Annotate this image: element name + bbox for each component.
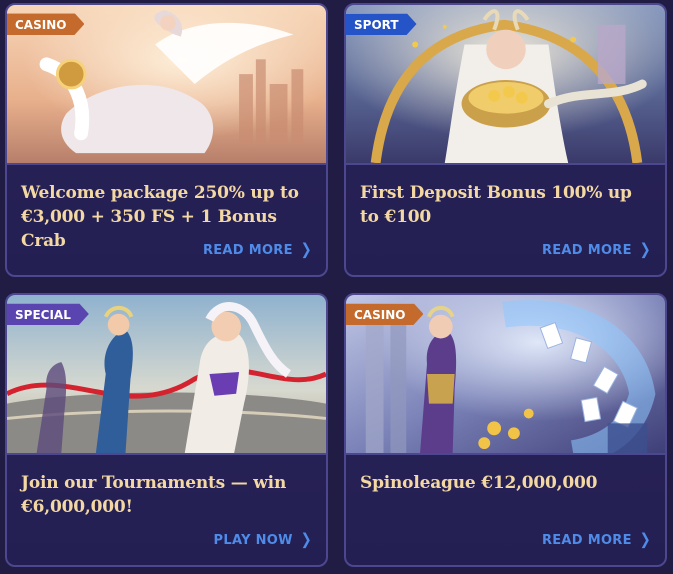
read-more-link[interactable]: READ MORE ❯ — [541, 531, 651, 550]
cta-label: READ MORE — [202, 243, 293, 258]
chevron-right-icon: ❯ — [639, 531, 651, 550]
cta-label: PLAY NOW — [213, 533, 293, 548]
promo-card-spinoleague[interactable]: CASINO Spinoleague €12,000,000 READ MORE… — [344, 293, 667, 567]
play-now-link[interactable]: PLAY NOW ❯ — [213, 531, 312, 550]
read-more-link[interactable]: READ MORE ❯ — [541, 241, 651, 260]
promo-title: Spinoleague €12,000,000 — [360, 473, 598, 493]
chevron-right-icon: ❯ — [300, 531, 312, 550]
promo-title: First Deposit Bonus 100% up to €100 — [360, 183, 632, 227]
badge-sport: SPORT — [346, 13, 417, 35]
promo-card-first-deposit[interactable]: SPORT First Deposit Bonus 100% up to €10… — [344, 3, 667, 277]
chevron-right-icon: ❯ — [300, 241, 312, 260]
badge-casino: CASINO — [7, 13, 84, 35]
chevron-right-icon: ❯ — [639, 241, 651, 260]
promo-title: Join our Tournaments — win €6,000,000! — [21, 473, 287, 517]
read-more-link[interactable]: READ MORE ❯ — [202, 241, 312, 260]
promo-card-welcome[interactable]: CASINO Welcome package 250% up to €3,000… — [5, 3, 328, 277]
cta-label: READ MORE — [541, 243, 632, 258]
badge-casino: CASINO — [346, 303, 423, 325]
badge-special: SPECIAL — [7, 303, 89, 325]
promo-card-tournaments[interactable]: SPECIAL Join our Tournaments — win €6,00… — [5, 293, 328, 567]
cta-label: READ MORE — [541, 533, 632, 548]
